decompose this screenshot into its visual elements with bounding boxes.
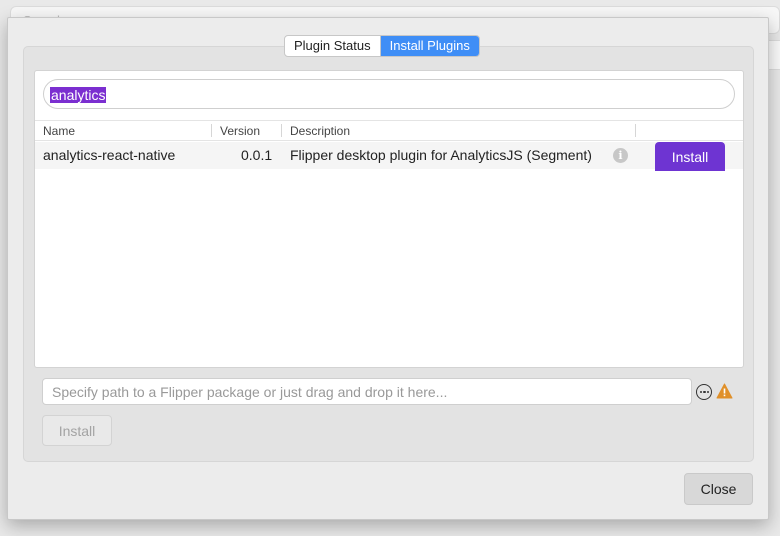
- install-from-file-button[interactable]: Install: [42, 415, 112, 446]
- plugin-search-input[interactable]: analytics: [43, 79, 735, 109]
- tab-switcher: Plugin Status Install Plugins: [284, 35, 480, 57]
- search-query-text: analytics: [50, 87, 107, 103]
- column-header-name[interactable]: Name: [43, 124, 75, 138]
- plugin-name: analytics-react-native: [43, 147, 176, 163]
- plugin-manager-dialog: Plugin Status Install Plugins analytics …: [7, 17, 769, 520]
- table-row[interactable]: analytics-react-native 0.0.1 Flipper des…: [35, 142, 743, 171]
- column-resize-handle[interactable]: [635, 124, 636, 137]
- plugin-version: 0.0.1: [241, 147, 273, 163]
- ellipsis-circle-icon[interactable]: [696, 384, 712, 400]
- install-plugins-panel: analytics Name Version Description analy…: [23, 46, 754, 462]
- warning-icon: [716, 383, 733, 399]
- column-resize-handle[interactable]: [281, 124, 282, 137]
- plugin-description: Flipper desktop plugin for AnalyticsJS (…: [290, 147, 592, 163]
- column-header-description[interactable]: Description: [290, 124, 350, 138]
- info-icon[interactable]: i: [613, 148, 628, 163]
- package-path-input[interactable]: [42, 378, 692, 405]
- tab-plugin-status[interactable]: Plugin Status: [285, 36, 380, 56]
- table-header: Name Version Description: [35, 120, 743, 141]
- column-header-version[interactable]: Version: [220, 124, 260, 138]
- column-resize-handle[interactable]: [211, 124, 212, 137]
- tab-install-plugins[interactable]: Install Plugins: [379, 36, 479, 56]
- close-button[interactable]: Close: [684, 473, 753, 505]
- background-panel-edge: [768, 40, 780, 70]
- plugin-list-panel: analytics Name Version Description analy…: [34, 70, 744, 368]
- install-plugin-button[interactable]: Install: [655, 142, 725, 171]
